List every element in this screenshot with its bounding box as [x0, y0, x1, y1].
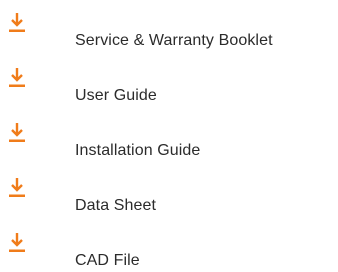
downloads-list: Service & Warranty Booklet User Guide In… [0, 0, 338, 270]
download-icon[interactable] [8, 122, 26, 144]
download-icon[interactable] [8, 12, 26, 34]
download-link-installation-guide[interactable]: Installation Guide [0, 122, 338, 162]
download-icon[interactable] [8, 232, 26, 254]
download-label[interactable]: User Guide [75, 87, 157, 105]
download-label[interactable]: Service & Warranty Booklet [75, 32, 273, 50]
download-label[interactable]: Installation Guide [75, 142, 200, 160]
download-label[interactable]: Data Sheet [75, 197, 156, 215]
download-label[interactable]: CAD File [75, 252, 140, 270]
download-link-service-warranty-booklet[interactable]: Service & Warranty Booklet [0, 12, 338, 52]
download-link-data-sheet[interactable]: Data Sheet [0, 177, 338, 217]
download-icon[interactable] [8, 177, 26, 199]
download-icon[interactable] [8, 67, 26, 89]
download-link-user-guide[interactable]: User Guide [0, 67, 338, 107]
download-link-cad-file[interactable]: CAD File [0, 232, 338, 272]
